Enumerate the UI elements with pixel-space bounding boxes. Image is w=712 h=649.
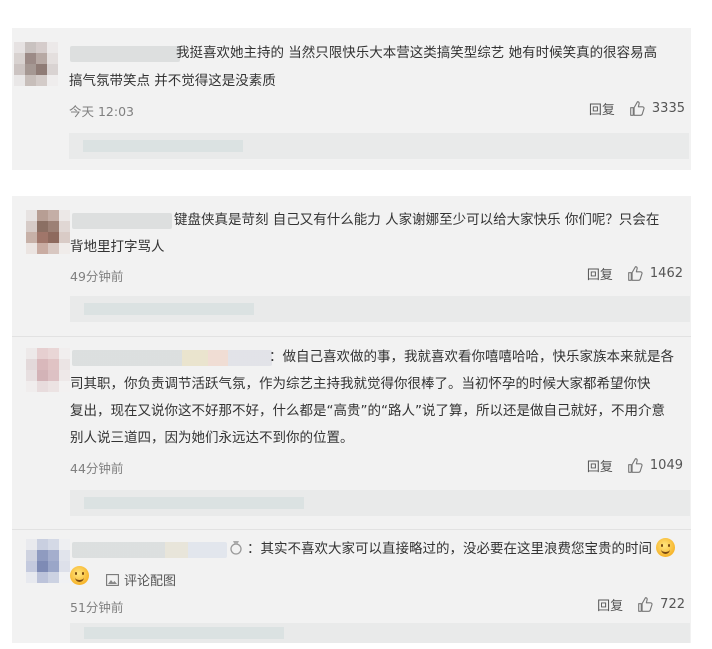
comment-text-line4: 别人说三道四，因为她们永远达不到你的位置。	[70, 430, 354, 446]
thumbs-up-icon	[638, 597, 653, 612]
avatar[interactable]	[26, 348, 70, 392]
comment-text-line1: ：其实不喜欢大家可以直接略过的，没必要在这里浪费您宝贵的时间	[247, 541, 652, 557]
comment-actions: 回复 1462	[587, 264, 683, 283]
smile-emoji-icon	[656, 538, 676, 557]
reply-button[interactable]: 回复	[587, 456, 613, 475]
like-button[interactable]: 1462	[627, 265, 683, 282]
reply-button[interactable]: 回复	[597, 595, 623, 614]
username-blurred[interactable]	[70, 46, 180, 62]
comment-text-cont: 搞气氛带笑点 并不觉得这是没素质	[69, 70, 679, 93]
comment-text-line1: 键盘侠真是苛刻 自己又有什么能力 人家谢娜至少可以给大家快乐 你们呢？只会在	[174, 212, 660, 228]
comment-text: ：做自己喜欢做的事，我就喜欢看你嘻嘻哈哈，快乐家族本来就是各	[269, 346, 694, 369]
comment-time: 49分钟前	[70, 269, 124, 284]
like-count: 1462	[649, 266, 683, 281]
username-blurred[interactable]	[72, 350, 272, 366]
like-button[interactable]: 3335	[629, 100, 685, 117]
comment-card: 我挺喜欢她主持的 当然只限快乐大本营这类搞笑型综艺 她有时候笑真的很容易高 搞气…	[12, 28, 691, 170]
divider	[12, 336, 691, 337]
thumbs-up-icon	[628, 266, 643, 281]
thumbs-up-icon	[628, 458, 643, 473]
comment-text-line3: 复出，现在又说你这不好那不好，什么都是“高贵”的“路人”说了算，所以还是做自己就…	[70, 403, 665, 419]
like-count: 722	[660, 597, 685, 612]
reply-button[interactable]: 回复	[587, 264, 613, 283]
comment-text: 键盘侠真是苛刻 自己又有什么能力 人家谢娜至少可以给大家快乐 你们呢？只会在	[174, 209, 689, 232]
comment-text-line2: 搞气氛带笑点 并不觉得这是没素质	[69, 73, 276, 89]
reply-preview[interactable]	[70, 623, 690, 643]
reply-button[interactable]: 回复	[589, 99, 615, 118]
comment-text-cont: 背地里打字骂人	[70, 236, 680, 259]
reply-preview[interactable]	[70, 296, 690, 322]
like-count: 1049	[649, 458, 683, 473]
comment-card: 键盘侠真是苛刻 自己又有什么能力 人家谢娜至少可以给大家快乐 你们呢？只会在 背…	[12, 196, 691, 643]
avatar[interactable]	[26, 210, 70, 254]
like-button[interactable]: 722	[637, 596, 685, 613]
comment-text-line2: 背地里打字骂人	[70, 239, 165, 255]
comment-image-label: 评论配图	[124, 574, 177, 589]
comment-text-cont: 司其职，你负责调节活跃气氛，作为综艺主持我就觉得你很棒了。当初怀孕的时候大家都希…	[70, 373, 690, 396]
comment-actions: 回复 722	[597, 595, 685, 614]
username-blurred[interactable]	[72, 213, 172, 229]
reply-preview[interactable]	[69, 133, 689, 159]
comment-actions: 回复 3335	[589, 99, 685, 118]
comment-text-line1: ：做自己喜欢做的事，我就喜欢看你嘻嘻哈哈，快乐家族本来就是各	[269, 349, 674, 365]
comment-text: 我挺喜欢她主持的 当然只限快乐大本营这类搞笑型综艺 她有时候笑真的很容易高	[176, 42, 686, 65]
username-blurred[interactable]	[72, 542, 227, 558]
comment-time: 今天 12:03	[69, 104, 134, 119]
smile-emoji-icon	[70, 566, 89, 585]
comment-text-cont: 复出，现在又说你这不好那不好，什么都是“高贵”的“路人”说了算，所以还是做自己就…	[70, 400, 690, 423]
comment-time: 44分钟前	[70, 461, 124, 476]
like-count: 3335	[651, 101, 685, 116]
comment-actions: 回复 1049	[587, 456, 683, 475]
comment-time: 51分钟前	[70, 600, 124, 615]
image-icon	[106, 573, 119, 586]
reply-preview[interactable]	[70, 490, 690, 516]
comment-text-cont: 别人说三道四，因为她们永远达不到你的位置。	[70, 427, 690, 450]
avatar[interactable]	[14, 42, 58, 86]
divider	[12, 529, 691, 530]
comment-text-line2: 司其职，你负责调节活跃气氛，作为综艺主持我就觉得你很棒了。当初怀孕的时候大家都希…	[70, 376, 651, 392]
like-button[interactable]: 1049	[627, 457, 683, 474]
avatar[interactable]	[26, 539, 70, 583]
comment-text: ：其实不喜欢大家可以直接略过的，没必要在这里浪费您宝贵的时间	[227, 538, 692, 561]
comment-text-line1: 我挺喜欢她主持的 当然只限快乐大本营这类搞笑型综艺 她有时候笑真的很容易高	[176, 45, 658, 61]
thumbs-up-icon	[630, 101, 645, 116]
medal-icon	[230, 541, 242, 555]
comment-image-link[interactable]: 评论配图	[106, 570, 176, 589]
